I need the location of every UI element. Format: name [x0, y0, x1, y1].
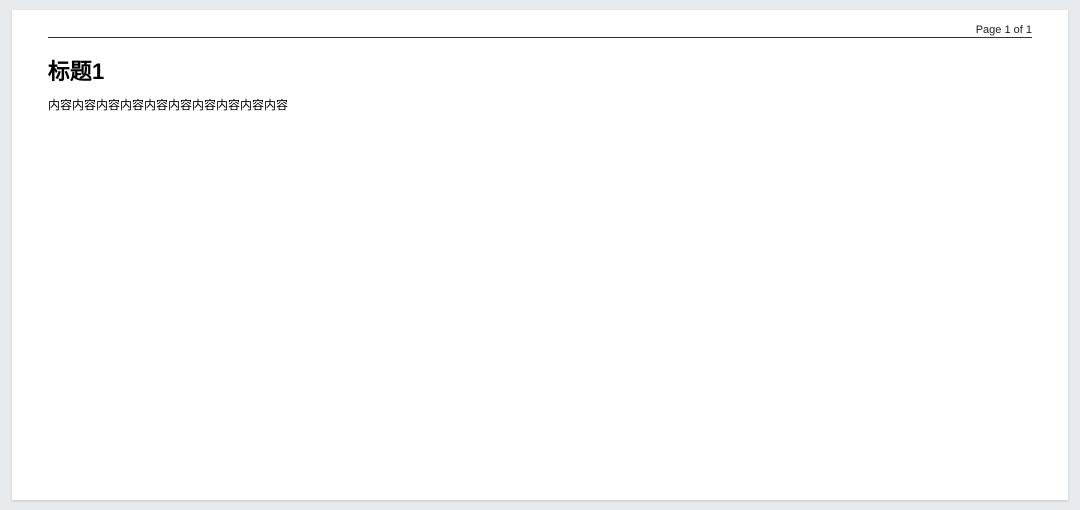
print-page: Page 1 of 1 标题1 内容内容内容内容内容内容内容内容内容内容: [12, 10, 1068, 500]
page-number: Page 1 of 1: [976, 24, 1032, 36]
page-title: 标题1: [48, 54, 1032, 86]
body-text: 内容内容内容内容内容内容内容内容内容内容: [48, 96, 1032, 115]
page-header: Page 1 of 1: [48, 24, 1032, 38]
